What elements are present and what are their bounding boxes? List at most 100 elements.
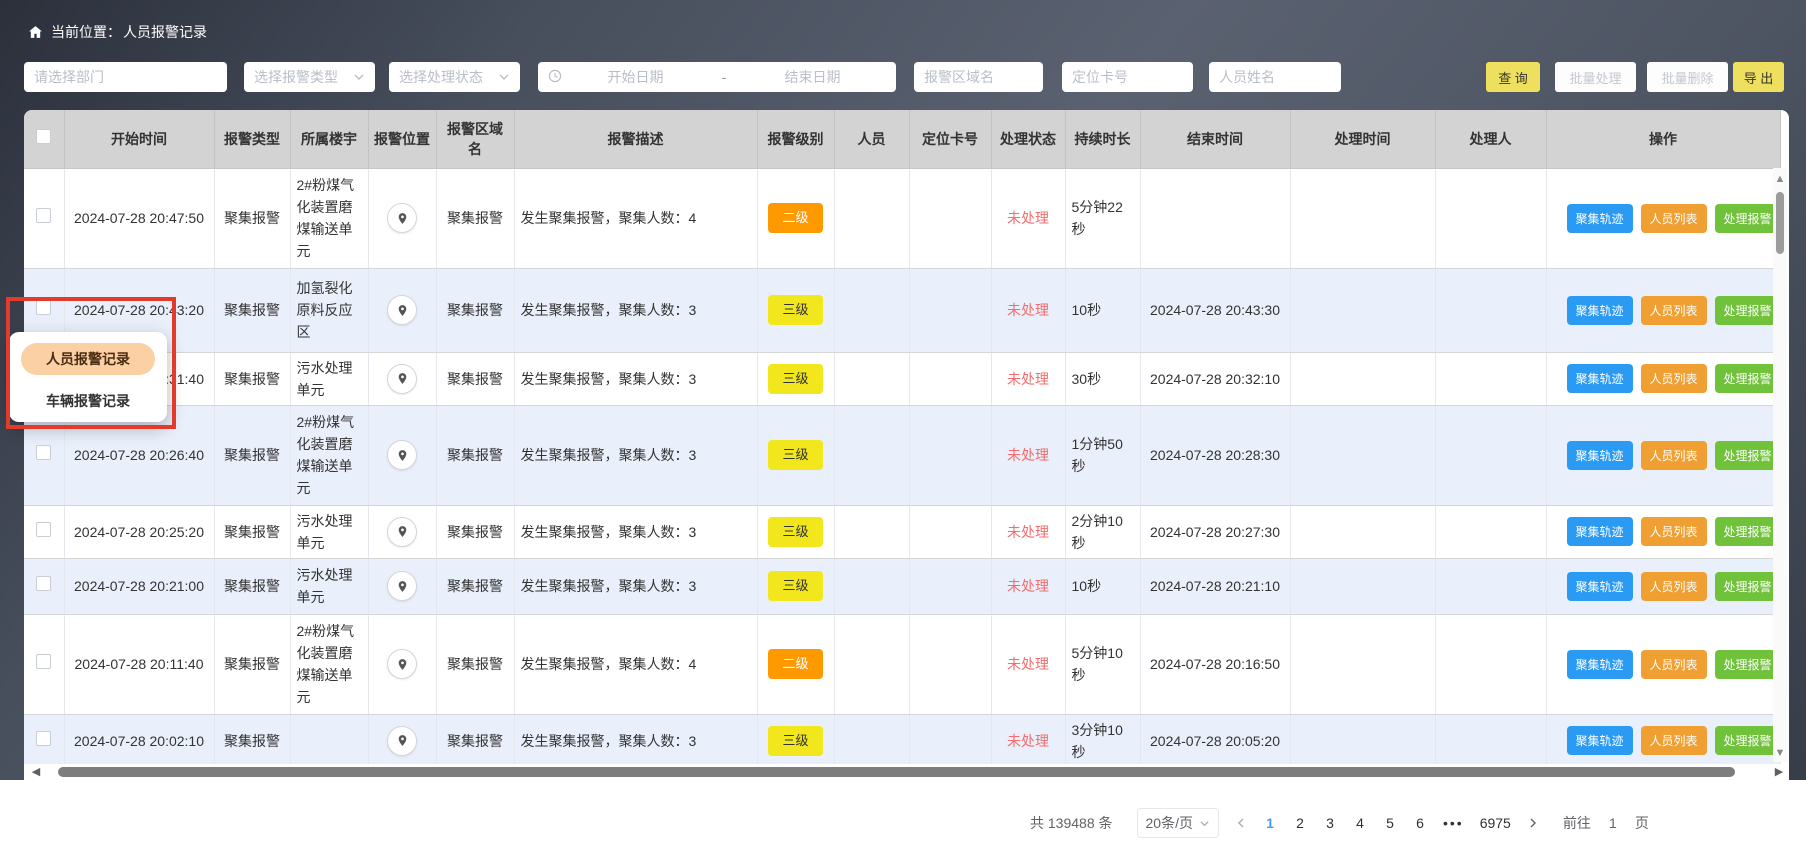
goto-unit: 页 bbox=[1635, 813, 1649, 833]
handle-alarm-button[interactable]: 处理报警 bbox=[1715, 441, 1774, 470]
person-cell bbox=[834, 168, 909, 268]
date-range-picker[interactable]: 开始日期 - 结束日期 bbox=[538, 62, 896, 92]
goto-page-input[interactable]: 1 bbox=[1599, 815, 1627, 831]
handle-alarm-button[interactable]: 处理报警 bbox=[1715, 204, 1774, 233]
person-name-placeholder: 人员姓名 bbox=[1219, 67, 1331, 87]
page-number[interactable]: 1 bbox=[1263, 815, 1277, 831]
row-checkbox[interactable] bbox=[36, 445, 51, 460]
actions-cell: 聚集轨迹人员列表处理报警 bbox=[1546, 714, 1780, 767]
alarm-level-cell: 三级 bbox=[757, 558, 834, 614]
duration-cell: 30秒 bbox=[1065, 352, 1140, 405]
end-date-placeholder[interactable]: 结束日期 bbox=[739, 67, 886, 87]
alarm-position-cell bbox=[368, 268, 436, 352]
row-checkbox[interactable] bbox=[36, 576, 51, 591]
horizontal-scrollbar[interactable]: ◀ ▶ bbox=[24, 764, 1789, 780]
person-list-button[interactable]: 人员列表 bbox=[1641, 364, 1707, 393]
status-cell: 未处理 bbox=[991, 714, 1065, 767]
scroll-left-icon[interactable]: ◀ bbox=[28, 765, 44, 779]
alarm-position-cell bbox=[368, 352, 436, 405]
location-pin-icon[interactable] bbox=[387, 517, 417, 547]
alarm-area-input[interactable]: 报警区域名 bbox=[914, 62, 1043, 92]
location-pin-icon[interactable] bbox=[387, 364, 417, 394]
page-number[interactable]: 5 bbox=[1383, 815, 1397, 831]
location-pin-icon[interactable] bbox=[387, 203, 417, 233]
alarm-level-cell: 二级 bbox=[757, 614, 834, 714]
handle-alarm-button[interactable]: 处理报警 bbox=[1715, 572, 1774, 601]
query-button[interactable]: 查 询 bbox=[1486, 62, 1540, 92]
handle-time-cell bbox=[1290, 168, 1435, 268]
handle-alarm-button[interactable]: 处理报警 bbox=[1715, 726, 1774, 755]
last-page-number[interactable]: 6975 bbox=[1480, 815, 1511, 831]
card-no-cell bbox=[909, 168, 991, 268]
start-date-placeholder[interactable]: 开始日期 bbox=[562, 67, 709, 87]
row-checkbox[interactable] bbox=[36, 654, 51, 669]
scroll-up-icon[interactable]: ▲ bbox=[1773, 172, 1787, 186]
alarm-type-select[interactable]: 选择报警类型 bbox=[244, 62, 375, 92]
person-list-button[interactable]: 人员列表 bbox=[1641, 441, 1707, 470]
person-name-input[interactable]: 人员姓名 bbox=[1209, 62, 1341, 92]
vertical-scrollbar[interactable]: ▲ ▼ bbox=[1773, 168, 1787, 762]
scroll-right-icon[interactable]: ▶ bbox=[1771, 765, 1787, 779]
handle-alarm-button[interactable]: 处理报警 bbox=[1715, 517, 1774, 546]
table-row: 2024-07-28 20:11:40聚集报警2#粉煤气化装置磨煤输送单元聚集报… bbox=[24, 614, 1780, 714]
handle-status-select[interactable]: 选择处理状态 bbox=[389, 62, 520, 92]
page-ellipsis[interactable]: ••• bbox=[1443, 815, 1464, 831]
scroll-down-icon[interactable]: ▼ bbox=[1773, 746, 1787, 760]
actions-cell: 聚集轨迹人员列表处理报警 bbox=[1546, 558, 1780, 614]
alarm-table-panel: 开始时间报警类型所属楼宇报警位置报警区域名报警描述报警级别人员定位卡号处理状态持… bbox=[24, 110, 1789, 780]
location-pin-icon[interactable] bbox=[387, 571, 417, 601]
duration-cell: 3分钟10秒 bbox=[1065, 714, 1140, 767]
alarm-type-cell: 聚集报警 bbox=[214, 558, 290, 614]
prev-page-button[interactable] bbox=[1233, 817, 1249, 829]
person-cell bbox=[834, 558, 909, 614]
cluster-track-button[interactable]: 聚集轨迹 bbox=[1567, 726, 1633, 755]
select-all-checkbox[interactable] bbox=[36, 129, 51, 144]
export-button[interactable]: 导 出 bbox=[1733, 62, 1784, 92]
page-number[interactable]: 4 bbox=[1353, 815, 1367, 831]
popup-item-person-alarm-records[interactable]: 人员报警记录 bbox=[21, 343, 155, 375]
card-no-input[interactable]: 定位卡号 bbox=[1062, 62, 1193, 92]
cluster-track-button[interactable]: 聚集轨迹 bbox=[1567, 572, 1633, 601]
page-number[interactable]: 2 bbox=[1293, 815, 1307, 831]
row-checkbox[interactable] bbox=[36, 731, 51, 746]
cluster-track-button[interactable]: 聚集轨迹 bbox=[1567, 517, 1633, 546]
location-pin-icon[interactable] bbox=[387, 649, 417, 679]
row-checkbox[interactable] bbox=[36, 208, 51, 223]
person-list-button[interactable]: 人员列表 bbox=[1641, 650, 1707, 679]
handle-alarm-button[interactable]: 处理报警 bbox=[1715, 296, 1774, 325]
page-size-select[interactable]: 20条/页 bbox=[1137, 808, 1219, 838]
batch-delete-button[interactable]: 批量删除 bbox=[1647, 62, 1728, 92]
person-list-button[interactable]: 人员列表 bbox=[1641, 517, 1707, 546]
page-number[interactable]: 3 bbox=[1323, 815, 1337, 831]
location-pin-icon[interactable] bbox=[387, 295, 417, 325]
horizontal-scroll-thumb[interactable] bbox=[58, 767, 1735, 777]
person-list-button[interactable]: 人员列表 bbox=[1641, 572, 1707, 601]
handle-alarm-button[interactable]: 处理报警 bbox=[1715, 650, 1774, 679]
department-select[interactable]: 请选择部门 bbox=[24, 62, 227, 92]
person-list-button[interactable]: 人员列表 bbox=[1641, 204, 1707, 233]
handler-cell bbox=[1435, 352, 1546, 405]
person-list-button[interactable]: 人员列表 bbox=[1641, 296, 1707, 325]
building-cell: 2#粉煤气化装置磨煤输送单元 bbox=[290, 614, 368, 714]
row-checkbox[interactable] bbox=[36, 522, 51, 537]
page-number[interactable]: 6 bbox=[1413, 815, 1427, 831]
table-row: 2024-07-28 20:25:20聚集报警污水处理单元聚集报警发生聚集报警，… bbox=[24, 505, 1780, 558]
cluster-track-button[interactable]: 聚集轨迹 bbox=[1567, 650, 1633, 679]
actions-cell: 聚集轨迹人员列表处理报警 bbox=[1546, 505, 1780, 558]
cluster-track-button[interactable]: 聚集轨迹 bbox=[1567, 364, 1633, 393]
handle-status-placeholder: 选择处理状态 bbox=[399, 67, 498, 87]
next-page-button[interactable] bbox=[1525, 817, 1541, 829]
location-pin-icon[interactable] bbox=[387, 726, 417, 756]
vertical-scroll-thumb[interactable] bbox=[1776, 192, 1784, 254]
cluster-track-button[interactable]: 聚集轨迹 bbox=[1567, 441, 1633, 470]
handler-cell bbox=[1435, 558, 1546, 614]
batch-process-button[interactable]: 批量处理 bbox=[1555, 62, 1636, 92]
location-pin-icon[interactable] bbox=[387, 440, 417, 470]
cluster-track-button[interactable]: 聚集轨迹 bbox=[1567, 204, 1633, 233]
handle-alarm-button[interactable]: 处理报警 bbox=[1715, 364, 1774, 393]
column-header: 报警级别 bbox=[757, 110, 834, 168]
popup-item-vehicle-alarm-records[interactable]: 车辆报警记录 bbox=[21, 385, 155, 417]
row-checkbox[interactable] bbox=[36, 300, 51, 315]
person-list-button[interactable]: 人员列表 bbox=[1641, 726, 1707, 755]
cluster-track-button[interactable]: 聚集轨迹 bbox=[1567, 296, 1633, 325]
